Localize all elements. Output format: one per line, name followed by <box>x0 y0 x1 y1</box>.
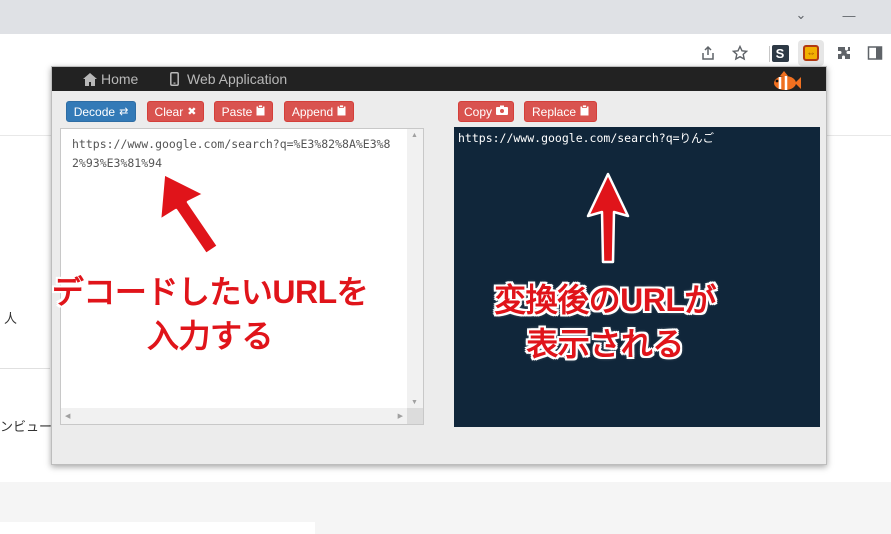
popup-navbar: Home Web Application <box>52 67 826 91</box>
append-button-label: Append <box>291 104 334 119</box>
page-footer-block <box>0 522 315 534</box>
minimize-button[interactable]: — <box>826 0 872 30</box>
tab-search-dropdown[interactable]: ⌄ <box>778 0 824 30</box>
extension-s-icon: S <box>771 44 789 62</box>
nav-webapp-label: Web Application <box>187 71 288 87</box>
camera-icon <box>496 105 508 118</box>
url-output-area[interactable]: https://www.google.com/search?q=りんご <box>454 127 820 427</box>
url-output-text: https://www.google.com/search?q=りんご <box>458 131 715 145</box>
copy-button[interactable]: Copy <box>458 101 514 122</box>
browser-toolbar <box>0 34 891 70</box>
paste-button-label: Paste <box>221 104 253 119</box>
scrollbar-corner <box>407 408 423 424</box>
replace-button[interactable]: Replace <box>524 101 597 122</box>
copy-button-label: Copy <box>463 104 492 119</box>
annotation-arrow-up <box>586 172 630 264</box>
clownfish-icon <box>774 71 801 90</box>
annotation-input-instruction: デコードしたいURLを 入力する <box>20 270 400 358</box>
extension-s-button[interactable]: S <box>769 42 791 64</box>
annotation-line: デコードしたいURLを <box>51 274 369 310</box>
nav-home[interactable]: Home <box>83 67 138 91</box>
exchange-icon: ⇄ <box>119 106 129 118</box>
chevron-down-icon: ⌄ <box>795 7 807 22</box>
annotation-line: 変換後のURLが <box>494 282 716 318</box>
url-decoder-popup: Home Web Application Decode ⇄ Clear ✖ Pa… <box>51 66 827 465</box>
annotation-output-instruction: 変換後のURLが 表示される <box>470 278 740 366</box>
paste-button[interactable]: Paste <box>214 101 273 122</box>
replace-button-label: Replace <box>531 104 577 119</box>
url-converter-icon: ⇔ <box>803 45 819 61</box>
annotation-line: 表示される <box>526 326 684 362</box>
clipboard-icon <box>337 104 346 119</box>
mobile-phone-icon <box>170 72 179 86</box>
scroll-up-icon: ▲ <box>411 132 418 139</box>
clear-button-label: Clear <box>154 104 184 119</box>
nav-web-application[interactable]: Web Application <box>170 67 287 91</box>
close-icon: ✖ <box>187 106 197 118</box>
scroll-down-icon: ▼ <box>411 399 418 406</box>
annotation-line: 入力する <box>146 318 274 354</box>
page-divider <box>0 368 50 369</box>
append-button[interactable]: Append <box>284 101 354 122</box>
clipboard-icon <box>256 104 265 119</box>
browser-titlebar <box>0 0 891 34</box>
clipboard-icon <box>580 104 589 119</box>
extension-url-converter-button[interactable]: ⇔ <box>798 40 824 66</box>
decode-button[interactable]: Decode ⇄ <box>66 101 136 122</box>
extensions-puzzle-icon[interactable] <box>833 42 855 64</box>
bookmark-star-icon[interactable] <box>729 42 751 64</box>
url-input-text: https://www.google.com/search?q=%E3%82%8… <box>72 137 391 170</box>
scroll-left-icon: ◀ <box>65 413 71 420</box>
vertical-scrollbar[interactable]: ▲ ▼ <box>407 129 423 409</box>
home-icon <box>83 72 97 86</box>
page-text-fragment: 人 <box>4 311 18 326</box>
decode-button-label: Decode <box>73 104 116 119</box>
share-icon[interactable] <box>697 42 719 64</box>
side-panel-icon[interactable] <box>864 42 886 64</box>
scroll-right-icon: ▶ <box>397 413 403 420</box>
minimize-icon: — <box>842 7 856 23</box>
clear-button[interactable]: Clear ✖ <box>147 101 204 122</box>
nav-home-label: Home <box>101 71 139 87</box>
page-text-fragment: ンビュー <box>0 419 53 434</box>
horizontal-scrollbar[interactable]: ◀ ▶ <box>61 408 407 424</box>
annotation-arrow-up-left <box>158 172 220 256</box>
